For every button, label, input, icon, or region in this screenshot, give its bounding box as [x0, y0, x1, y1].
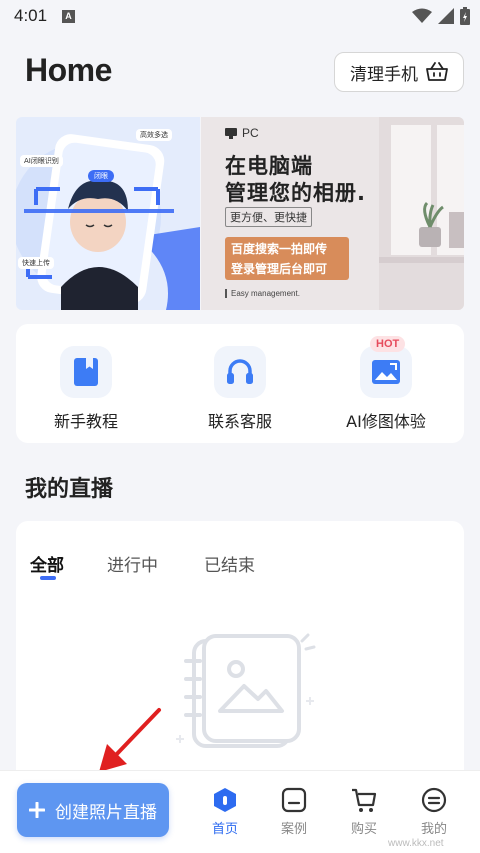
section-title-my-live: 我的直播 [25, 477, 114, 502]
pc-label: PC [242, 126, 259, 140]
active-tab-indicator [40, 576, 56, 580]
live-list-card: 全部 进行中 已结束 [16, 521, 464, 781]
quick-icon-tile: HOT [360, 336, 412, 398]
plus-icon [29, 802, 45, 818]
quick-actions-card: 新手教程 联系客服 HOT AI修图体验 [16, 324, 464, 443]
banner-cta-line-1: 百度搜索一拍即传 [231, 242, 328, 256]
nav-cases[interactable]: 案例 [269, 786, 319, 837]
tag-ai-recognition: AI闭眼识别 [20, 155, 63, 167]
tag-multi-select: 高效多选 [136, 129, 172, 141]
case-icon [281, 787, 307, 813]
hot-badge: HOT [370, 336, 406, 352]
quick-action-label: AI修图体验 [346, 412, 426, 431]
notification-icon: A [62, 10, 75, 23]
chip-eyes-closed: 闭眼 [88, 170, 114, 182]
clean-phone-button[interactable]: 清理手机 [334, 52, 464, 92]
tag-fast-upload: 快速上传 [18, 257, 54, 269]
quick-action-ai-retouch[interactable]: HOT AI修图体验 [321, 336, 451, 432]
quick-action-label: 联系客服 [207, 412, 272, 431]
banner-pc-management[interactable]: PC 在电脑端 管理您的相册. 更方便、更快捷 百度搜索一拍即传 登录管理后台即… [201, 117, 464, 310]
monitor-icon [225, 127, 237, 139]
banner-headline-1: 在电脑端 [225, 154, 313, 178]
status-time: 4:01 [14, 6, 48, 25]
status-bar: 4:01 A [0, 0, 480, 34]
quick-action-support[interactable]: 联系客服 [175, 346, 305, 432]
banner-footer-row: Easy management. [225, 289, 300, 298]
quick-action-label: 新手教程 [53, 412, 118, 431]
home-icon [214, 788, 236, 812]
banner-subline: 更方便、更快捷 [225, 207, 312, 227]
phone-illustration [16, 134, 200, 310]
headset-icon [227, 359, 253, 384]
nav-label: 购买 [350, 822, 377, 837]
pc-label-row: PC [225, 126, 259, 140]
banner-footer-text: Easy management. [231, 289, 300, 298]
tab-all[interactable]: 全部 [30, 551, 64, 576]
quick-icon-tile [214, 346, 266, 398]
watermark: www.kkx.net [388, 838, 444, 849]
empty-album-illustration [176, 633, 316, 748]
create-photo-live-button[interactable]: 创建照片直播 [17, 783, 169, 837]
battery-icon [460, 7, 470, 25]
cart-icon [352, 788, 377, 812]
nav-home[interactable]: 首页 [200, 786, 250, 837]
image-edit-icon [372, 360, 400, 384]
create-button-label: 创建照片直播 [55, 802, 157, 823]
clean-phone-label: 清理手机 [350, 64, 418, 85]
nav-label: 首页 [211, 822, 238, 837]
banner-headline-2: 管理您的相册. [225, 181, 366, 205]
tab-in-progress[interactable]: 进行中 [107, 551, 158, 576]
profile-icon [421, 787, 447, 813]
banner-cta: 百度搜索一拍即传 登录管理后台即可 [225, 237, 349, 280]
nav-purchase[interactable]: 购买 [339, 786, 389, 837]
banner-footer-bar [225, 289, 227, 298]
wifi-icon [412, 8, 432, 23]
quick-action-tutorial[interactable]: 新手教程 [21, 346, 151, 432]
page-title: Home [25, 52, 112, 88]
nav-label: 我的 [420, 822, 447, 837]
tab-ended[interactable]: 已结束 [204, 551, 255, 576]
nav-label: 案例 [280, 822, 307, 837]
status-icons [412, 7, 470, 25]
banner-ai-feature[interactable]: 高效多选 AI闭眼识别 闭眼 快速上传 [16, 117, 200, 310]
signal-icon [438, 8, 454, 24]
arrow-annotation [99, 708, 161, 772]
quick-icon-tile [60, 346, 112, 398]
banner-cta-line-2: 登录管理后台即可 [231, 262, 328, 276]
bookmark-icon [74, 358, 98, 386]
nav-profile[interactable]: 我的 [409, 786, 459, 837]
basket-icon [426, 62, 448, 81]
